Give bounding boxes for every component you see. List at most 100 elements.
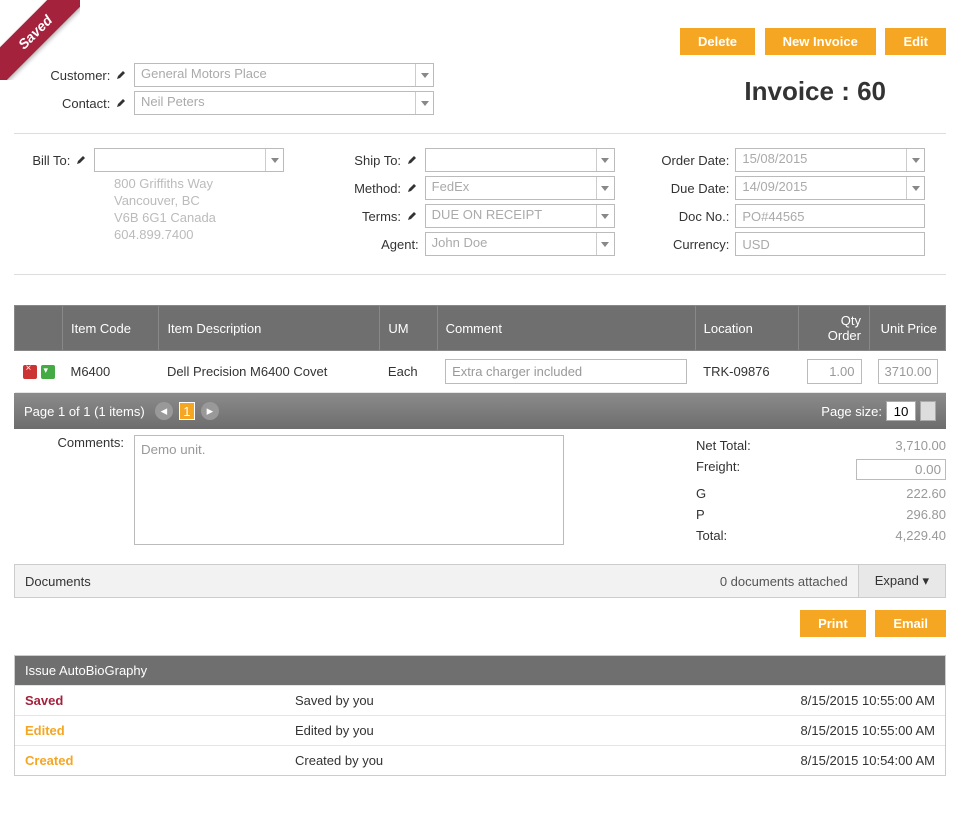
audit-message: Created by you	[295, 753, 801, 768]
customer-value: General Motors Place	[141, 66, 267, 81]
audit-row: SavedSaved by you8/15/2015 10:55:00 AM	[15, 685, 945, 715]
expand-button[interactable]: Expand ▾	[858, 565, 945, 597]
contact-value: Neil Peters	[141, 94, 205, 109]
orderdate-input[interactable]: 15/08/2015	[735, 148, 925, 172]
prev-page-button[interactable]: ◂	[155, 402, 173, 420]
qty-input[interactable]	[807, 359, 862, 384]
method-select[interactable]: FedEx	[425, 176, 615, 200]
billto-label: Bill To:	[32, 153, 70, 168]
agent-select[interactable]: John Doe	[425, 232, 615, 256]
g-value: 222.60	[906, 486, 946, 501]
freight-label: Freight:	[696, 459, 740, 480]
email-button[interactable]: Email	[875, 610, 946, 637]
cell-code: M6400	[63, 351, 159, 393]
delete-button[interactable]: Delete	[680, 28, 755, 55]
top-action-bar: Delete New Invoice Edit	[14, 28, 946, 55]
comments-input[interactable]: Demo unit.	[134, 435, 564, 545]
divider	[14, 274, 946, 275]
chevron-down-icon	[596, 233, 614, 255]
insert-row-icon[interactable]	[41, 365, 55, 379]
expand-label: Expand	[875, 573, 919, 588]
new-invoice-button[interactable]: New Invoice	[765, 28, 876, 55]
chevron-down-icon	[415, 92, 433, 114]
col-code: Item Code	[63, 306, 159, 351]
col-comment: Comment	[437, 306, 695, 351]
method-label: Method:	[354, 181, 401, 196]
comments-label: Comments:	[14, 435, 134, 546]
net-total-value: 3,710.00	[895, 438, 946, 453]
bottom-action-bar: Print Email	[14, 610, 946, 637]
col-location: Location	[695, 306, 798, 351]
p-value: 296.80	[906, 507, 946, 522]
agent-label: Agent:	[381, 237, 419, 252]
print-button[interactable]: Print	[800, 610, 866, 637]
chevron-down-icon[interactable]	[920, 401, 936, 421]
pencil-icon[interactable]	[405, 153, 419, 168]
billto-address: 800 Griffiths Way Vancouver, BC V6B 6G1 …	[114, 176, 325, 244]
col-price: Unit Price	[870, 306, 946, 351]
pencil-icon[interactable]	[114, 96, 128, 111]
audit-panel: Issue AutoBioGraphy SavedSaved by you8/1…	[14, 655, 946, 776]
currency-input[interactable]	[735, 232, 925, 256]
audit-row: CreatedCreated by you8/15/2015 10:54:00 …	[15, 745, 945, 775]
contact-select[interactable]: Neil Peters	[134, 91, 434, 115]
shipto-select[interactable]	[425, 148, 615, 172]
audit-status: Saved	[25, 693, 295, 708]
chevron-down-icon	[265, 149, 283, 171]
audit-message: Edited by you	[295, 723, 801, 738]
docno-label: Doc No.:	[679, 209, 730, 224]
pencil-icon[interactable]	[74, 153, 88, 168]
chevron-down-icon	[415, 64, 433, 86]
chevron-down-icon	[596, 149, 614, 171]
pencil-icon[interactable]	[405, 181, 419, 196]
addr-line: V6B 6G1 Canada	[114, 210, 325, 227]
page-size-input[interactable]	[886, 401, 916, 421]
terms-select[interactable]: DUE ON RECEIPT	[425, 204, 615, 228]
method-value: FedEx	[432, 179, 470, 194]
cell-location: TRK-09876	[695, 351, 798, 393]
col-um: UM	[380, 306, 437, 351]
divider	[14, 133, 946, 134]
pencil-icon[interactable]	[405, 209, 419, 224]
agent-value: John Doe	[432, 235, 488, 250]
documents-bar: Documents 0 documents attached Expand ▾	[14, 564, 946, 598]
orderdate-label: Order Date:	[661, 153, 729, 168]
g-label: G	[696, 486, 706, 501]
docno-input[interactable]	[735, 204, 925, 228]
table-row: M6400Dell Precision M6400 CovetEach TRK-0…	[15, 351, 946, 393]
audit-status: Created	[25, 753, 295, 768]
cell-um: Each	[380, 351, 437, 393]
currency-label: Currency:	[673, 237, 729, 252]
cell-desc: Dell Precision M6400 Covet	[159, 351, 380, 393]
pager-text: Page 1 of 1 (1 items)	[24, 404, 145, 419]
chevron-down-icon: ▾	[922, 573, 929, 588]
contact-label: Contact:	[62, 96, 110, 111]
duedate-input[interactable]: 14/09/2015	[735, 176, 925, 200]
addr-line: 604.899.7400	[114, 227, 325, 244]
freight-input[interactable]	[856, 459, 946, 480]
pager: Page 1 of 1 (1 items) ◂ 1 ▸ Page size:	[14, 393, 946, 429]
saved-ribbon-text: Saved	[0, 0, 80, 80]
audit-row: EditedEdited by you8/15/2015 10:55:00 AM	[15, 715, 945, 745]
billto-select[interactable]	[94, 148, 284, 172]
orderdate-value: 15/08/2015	[742, 151, 807, 166]
price-input[interactable]	[878, 359, 938, 384]
audit-timestamp: 8/15/2015 10:54:00 AM	[801, 753, 935, 768]
col-desc: Item Description	[159, 306, 380, 351]
chevron-down-icon	[906, 177, 924, 199]
chevron-down-icon	[596, 205, 614, 227]
pencil-icon[interactable]	[114, 68, 128, 83]
delete-row-icon[interactable]	[23, 365, 37, 379]
chevron-down-icon	[596, 177, 614, 199]
terms-value: DUE ON RECEIPT	[432, 207, 543, 222]
customer-select[interactable]: General Motors Place	[134, 63, 434, 87]
next-page-button[interactable]: ▸	[201, 402, 219, 420]
edit-button[interactable]: Edit	[885, 28, 946, 55]
documents-count: 0 documents attached	[710, 566, 858, 597]
page-size-label: Page size:	[821, 404, 882, 419]
comment-input[interactable]	[445, 359, 687, 384]
addr-line: Vancouver, BC	[114, 193, 325, 210]
invoice-title: Invoice : 60	[744, 76, 946, 107]
chevron-down-icon	[906, 149, 924, 171]
total-label: Total:	[696, 528, 727, 543]
